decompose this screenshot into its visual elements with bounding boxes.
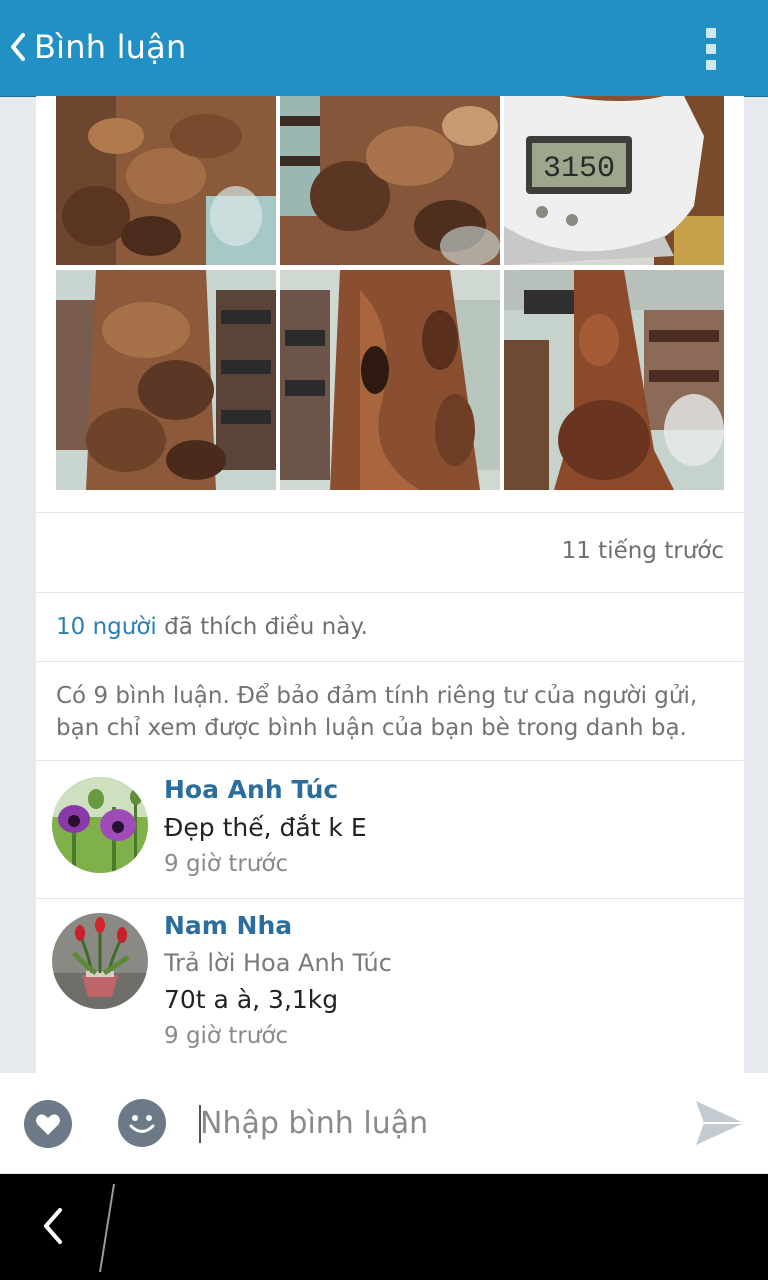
divider xyxy=(36,661,744,662)
likes-summary: 10 người đã thích điều này. xyxy=(56,614,368,640)
post-photo[interactable] xyxy=(504,270,724,490)
back-icon[interactable] xyxy=(38,1204,68,1248)
post-card: 3150 11 tiếng trước 10 người đã thích đi… xyxy=(36,96,744,1073)
comment-item[interactable]: Nam Nha Trả lời Hoa Anh Túc 70t a à, 3,1… xyxy=(36,899,744,1073)
divider xyxy=(36,512,744,513)
comment-text: Đẹp thế, đắt k E xyxy=(164,813,367,842)
comment-author[interactable]: Nam Nha xyxy=(164,911,292,940)
likes-text: đã thích điều này. xyxy=(156,614,368,640)
post-photo[interactable] xyxy=(280,96,500,265)
comment-text: 70t a à, 3,1kg xyxy=(164,985,339,1014)
more-menu-icon[interactable] xyxy=(700,26,724,72)
post-photo[interactable] xyxy=(56,96,276,265)
comment-item[interactable]: Hoa Anh Túc Đẹp thế, đắt k E 9 giờ trước xyxy=(36,761,744,898)
avatar[interactable] xyxy=(52,777,148,873)
comment-time: 9 giờ trước xyxy=(164,851,289,877)
scale-display: 3150 xyxy=(543,152,615,186)
divider xyxy=(36,592,744,593)
comment-input[interactable] xyxy=(200,1101,670,1145)
avatar[interactable] xyxy=(52,913,148,1009)
likes-count-link[interactable]: 10 người xyxy=(56,614,157,640)
comment-time: 9 giờ trước xyxy=(164,1023,289,1049)
post-photo[interactable] xyxy=(280,270,500,490)
chevron-left-icon[interactable] xyxy=(8,30,28,64)
system-nav-bar xyxy=(0,1174,768,1280)
emoji-icon[interactable] xyxy=(118,1099,166,1147)
page-title[interactable]: Bình luận xyxy=(34,28,186,66)
comment-author[interactable]: Hoa Anh Túc xyxy=(164,775,338,804)
comment-input-bar xyxy=(0,1073,768,1173)
post-photo[interactable] xyxy=(56,270,276,490)
photo-grid: 3150 xyxy=(56,96,724,490)
post-photo[interactable]: 3150 xyxy=(504,96,724,265)
heart-icon[interactable] xyxy=(24,1100,72,1148)
post-time: 11 tiếng trước xyxy=(561,538,724,564)
app-header: Bình luận xyxy=(0,0,768,97)
reply-to-label[interactable]: Trả lời Hoa Anh Túc xyxy=(164,949,392,977)
divider-line xyxy=(99,1183,115,1273)
privacy-note: Có 9 bình luận. Để bảo đảm tính riêng tư… xyxy=(56,683,698,741)
send-icon[interactable] xyxy=(694,1099,746,1147)
